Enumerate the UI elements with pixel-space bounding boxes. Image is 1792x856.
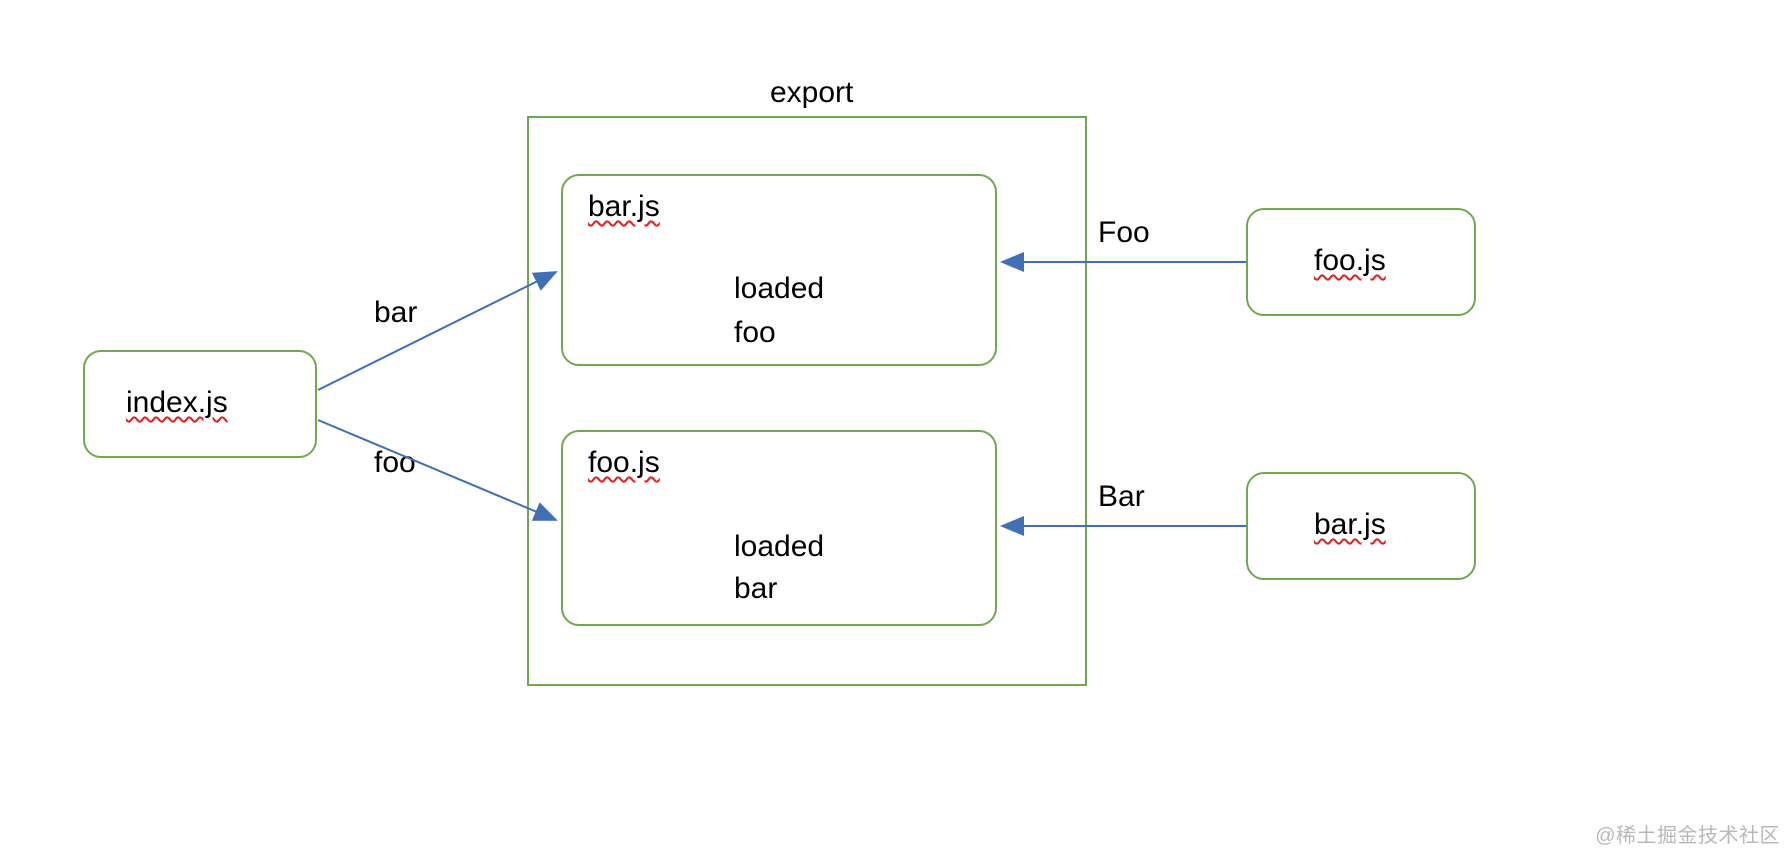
edge-label-foo: foo xyxy=(374,446,416,480)
edge-label-bar-cap: Bar xyxy=(1098,480,1145,514)
node-right-foo-label: foo.js xyxy=(1314,244,1386,278)
watermark: @稀土掘金技术社区 xyxy=(1595,819,1780,848)
node-foo-module-name: foo.js xyxy=(588,446,660,480)
node-bar-module-name: bar.js xyxy=(588,190,660,224)
node-bar-module-body1: loaded xyxy=(734,272,824,306)
node-foo-module-body2: bar xyxy=(734,572,777,606)
edge-label-bar: bar xyxy=(374,296,417,330)
node-foo-module-body1: loaded xyxy=(734,530,824,564)
node-right-bar-label: bar.js xyxy=(1314,508,1386,542)
node-bar-module-body2: foo xyxy=(734,316,776,350)
export-title: export xyxy=(770,76,853,110)
node-index-label: index.js xyxy=(126,386,228,420)
edge-label-foo-cap: Foo xyxy=(1098,216,1150,250)
